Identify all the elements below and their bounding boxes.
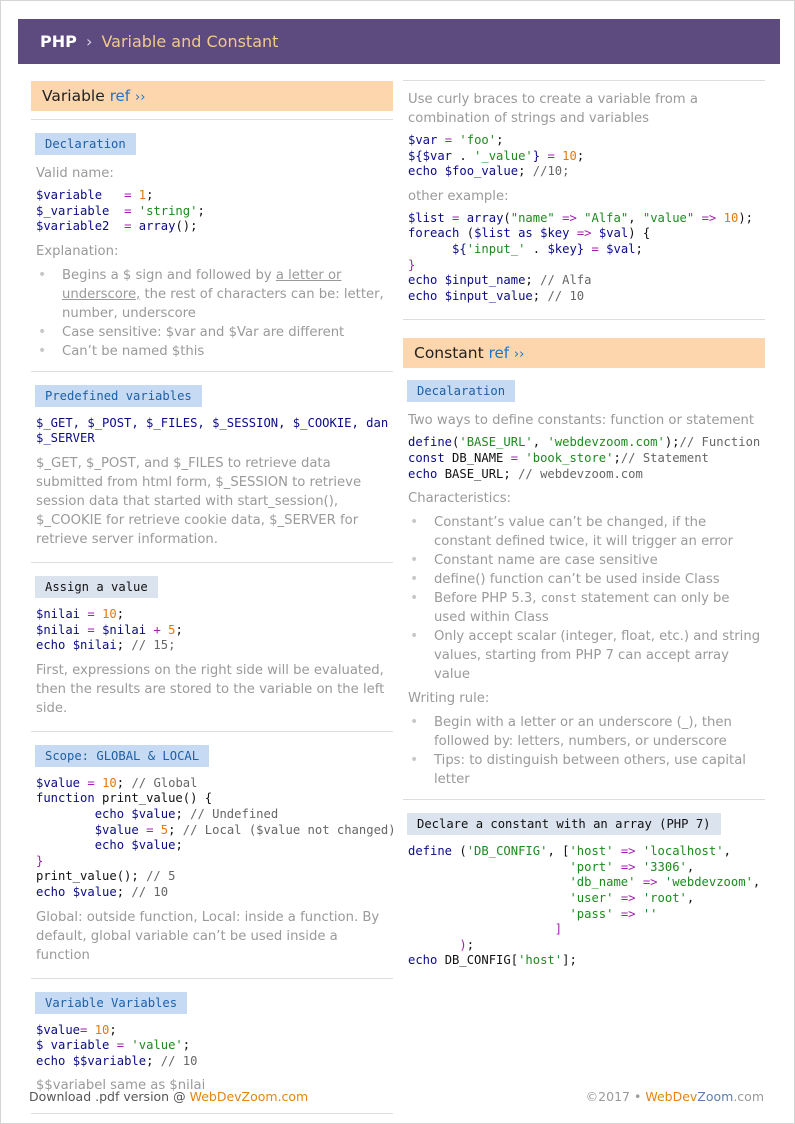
declaration-block: Declaration Valid name: $variable = 1; $…: [31, 119, 393, 372]
footer-download: Download .pdf version @ WebDevZoom.com: [29, 1089, 308, 1104]
valid-name-label: Valid name:: [36, 166, 114, 181]
explanation-label: Explanation:: [36, 243, 119, 259]
code-curly-braces: $var = 'foo'; ${$var . '_value'} = 10; e…: [408, 133, 585, 179]
constant-ref-link[interactable]: ref: [489, 344, 509, 362]
download-text: Download .pdf version @: [29, 1089, 190, 1104]
code-variable-variables: $value= 10; $ variable = 'value'; echo $…: [36, 1022, 198, 1068]
variable-section-title: Variable: [42, 87, 105, 105]
writing-rule-label: Writing rule:: [408, 691, 490, 707]
writing-rule-list: Begin with a letter or an underscore (_)…: [403, 713, 765, 789]
constant-section-header: Constant ref ››: [403, 338, 765, 369]
cheat-sheet-page: PHP › Variable and Constant Variable ref…: [0, 0, 795, 1124]
array-constant-block: Declare a constant with an array (PHP 7)…: [403, 809, 765, 969]
constant-declaration-heading: Decalaration: [407, 380, 516, 403]
constant-declaration-block: Decalaration Two ways to define constant…: [403, 376, 765, 801]
predefined-description: $_GET, $_POST, and $_FILES to retrieve d…: [36, 455, 362, 547]
breadcrumb-separator: ›: [85, 32, 93, 51]
other-example-label: other example:: [408, 188, 509, 204]
constant-section-title: Constant: [414, 344, 484, 363]
characteristics-label: Characteristics:: [408, 491, 512, 507]
list-item: Can’t be named $this: [36, 342, 393, 361]
variable-variables-heading: Variable Variables: [35, 991, 188, 1014]
declaration-rules-list: Begins a $ sign and followed by a letter…: [31, 266, 393, 361]
list-item: Begin with a letter or an underscore (_)…: [408, 713, 765, 751]
variable-ref-link[interactable]: ref: [110, 87, 130, 105]
list-item: Tips: to distinguish between others, use…: [408, 751, 765, 789]
variable-section-header: Variable ref ››: [31, 81, 393, 111]
assign-heading: Assign a value: [35, 575, 158, 598]
site-name-part3: .com: [733, 1089, 764, 1104]
list-item: Case sensitive: $var and $Var are differ…: [36, 323, 393, 342]
download-link[interactable]: WebDevZoom.com: [190, 1089, 309, 1104]
code-valid-names: $variable = 1; $_variable = 'string'; $v…: [36, 188, 205, 234]
list-item: Before PHP 5.3, const statement can only…: [408, 589, 765, 627]
chevron-right-icon: ››: [513, 347, 525, 363]
code-predefined: $_GET, $_POST, $_FILES, $_SESSION, $_COO…: [36, 415, 389, 446]
site-name-part1: WebDev: [645, 1089, 698, 1104]
assign-block: Assign a value $nilai = 10; $nilai = $ni…: [31, 572, 393, 732]
declaration-heading: Declaration: [35, 133, 136, 155]
const-keyword: const: [540, 591, 577, 606]
list-item: define() function can’t be used inside C…: [408, 570, 765, 589]
list-item: Constant name are case sensitive: [408, 551, 765, 570]
curly-braces-description: Use curly braces to create a variable fr…: [408, 92, 698, 126]
predefined-heading: Predefined variables: [35, 384, 202, 407]
code-array-constant: define ('DB_CONFIG', ['host' => 'localho…: [408, 844, 761, 968]
left-column: Variable ref ›› Declaration Valid name: …: [31, 71, 396, 1123]
code-assign: $nilai = 10; $nilai = $nilai + 5; echo $…: [36, 606, 183, 653]
characteristics-list: Constant’s value can’t be changed, if th…: [403, 513, 765, 684]
list-item: Only accept scalar (integer, float, etc.…: [408, 627, 765, 684]
site-name-part2: Zoom: [697, 1089, 734, 1104]
right-column: Use curly braces to create a variable fr…: [403, 71, 765, 976]
array-constant-heading: Declare a constant with an array (PHP 7): [407, 813, 721, 836]
list-item: Constant’s value can’t be changed, if th…: [408, 513, 765, 551]
footer-copyright: ©2017 • WebDevZoom.com: [586, 1089, 764, 1104]
curly-braces-block: Use curly braces to create a variable fr…: [403, 80, 765, 321]
code-define-constant: define('BASE_URL', 'webdevzoom.com');// …: [408, 435, 761, 481]
page-title: Variable and Constant: [101, 32, 279, 51]
chevron-right-icon: ››: [135, 90, 146, 105]
scope-heading: Scope: GLOBAL & LOCAL: [35, 744, 210, 767]
header-brand: PHP: [40, 32, 77, 51]
scope-block: Scope: GLOBAL & LOCAL $value = 10; // Gl…: [31, 741, 396, 979]
predefined-block: Predefined variables $_GET, $_POST, $_FI…: [31, 381, 393, 563]
scope-description: Global: outside function, Local: inside …: [36, 909, 380, 963]
page-header: PHP › Variable and Constant: [18, 19, 780, 64]
code-other-example: $list = array("name" => "Alfa", "value" …: [408, 210, 753, 303]
list-item: Begins a $ sign and followed by a letter…: [36, 266, 393, 323]
assign-description: First, expressions on the right side wil…: [36, 662, 385, 716]
copyright-text: ©2017 •: [585, 1089, 646, 1104]
code-scope: $value = 10; // Global function print_va…: [36, 775, 396, 899]
constant-intro: Two ways to define constants: function o…: [408, 413, 755, 429]
